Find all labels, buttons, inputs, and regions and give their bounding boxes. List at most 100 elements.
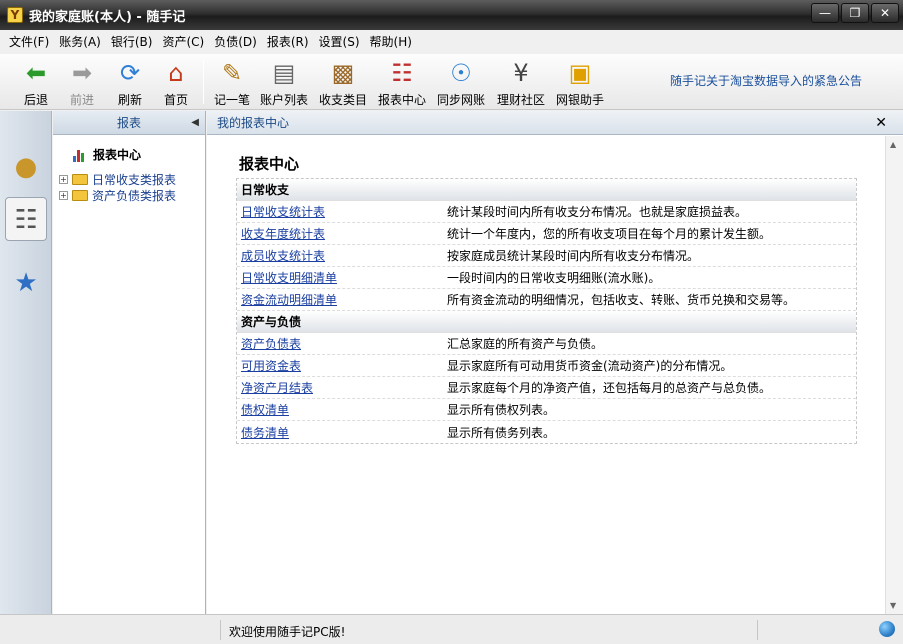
panel-header-label: 报表 <box>116 116 141 130</box>
table-row: 日常收支明细清单 一段时间内的日常收支明细账(流水账)。 <box>237 267 856 289</box>
home-icon: ⌂ <box>168 59 184 87</box>
report-link[interactable]: 可用资金表 <box>237 357 447 374</box>
maximize-button[interactable]: ❐ <box>841 3 869 23</box>
account-list-label: 账户列表 <box>259 93 308 107</box>
vertical-scrollbar[interactable]: ▲ ▼ <box>885 136 903 614</box>
toolbar: ⬅ 后退 ➡ 前进 ⟳ 刷新 ⌂ 首页 ✎ 记一笔 ▤ 账户列表 ▩ 收支类目 … <box>0 54 903 110</box>
report-link[interactable]: 日常收支明细清单 <box>237 269 447 286</box>
back-button[interactable]: ⬅ 后退 <box>18 58 54 108</box>
table-row: 可用资金表 显示家庭所有可动用货币资金(流动资产)的分布情况。 <box>237 355 856 377</box>
tree-root-report-center[interactable]: 报表中心 <box>73 146 141 163</box>
status-text: 欢迎使用随手记PC版! <box>229 625 346 639</box>
report-description: 按家庭成员统计某段时间内所有收支分布情况。 <box>447 249 700 263</box>
report-center-page: 报表中心 日常收支 日常收支统计表 统计某段时间内所有收支分布情况。也就是家庭损… <box>207 136 885 614</box>
refresh-icon: ⟳ <box>119 59 141 87</box>
report-link[interactable]: 资产负债表 <box>237 335 447 352</box>
report-description: 显示家庭每个月的净资产值，还包括每月的总资产与总负债。 <box>447 381 772 395</box>
folder-icon <box>72 190 88 201</box>
app-logo-icon: Y <box>7 7 23 23</box>
chart-board-icon: ☷ <box>391 59 413 87</box>
section-header: 日常收支 <box>237 179 856 201</box>
report-link[interactable]: 收支年度统计表 <box>237 225 447 242</box>
menu-help[interactable]: 帮助(H) <box>365 30 417 54</box>
vertical-tab-bar: ● ☷ ★ <box>0 111 52 614</box>
status-separator <box>757 620 758 640</box>
record-label: 记一笔 <box>213 93 250 107</box>
back-arrow-icon: ⬅ <box>25 59 47 87</box>
globe-sync-icon: ☉ <box>450 59 472 87</box>
tree-node-asset-reports[interactable]: + 资产负债类报表 <box>59 187 176 204</box>
collapse-panel-icon[interactable]: ◀ <box>191 111 199 135</box>
menu-reports[interactable]: 报表(R) <box>262 30 314 54</box>
report-description: 统计一个年度内，您的所有收支项目在每个月的累计发生额。 <box>447 227 772 241</box>
bank-helper-label: 网银助手 <box>555 93 604 107</box>
menu-liabilities[interactable]: 负债(D) <box>209 30 262 54</box>
close-button[interactable]: ✕ <box>871 3 899 23</box>
expand-icon[interactable]: + <box>59 191 68 200</box>
menu-assets[interactable]: 资产(C) <box>157 30 209 54</box>
folder-open-icon <box>72 174 88 185</box>
report-link[interactable]: 债务清单 <box>237 424 447 441</box>
report-board-icon[interactable]: ☷ <box>5 197 47 241</box>
refresh-button[interactable]: ⟳ 刷新 <box>112 58 148 108</box>
document-list-icon: ▤ <box>272 59 296 87</box>
status-bar: 欢迎使用随手记PC版! <box>0 614 903 644</box>
page-title: 报表中心 <box>239 155 300 173</box>
account-list-button[interactable]: ▤ 账户列表 <box>259 58 309 108</box>
report-link[interactable]: 成员收支统计表 <box>237 247 447 264</box>
back-label: 后退 <box>23 93 48 107</box>
network-globe-icon <box>879 621 895 637</box>
tree-node-label: 资产负债类报表 <box>92 189 177 203</box>
menu-accounts[interactable]: 账务(A) <box>54 30 106 54</box>
report-link[interactable]: 净资产月结表 <box>237 379 447 396</box>
sync-label: 同步网账 <box>436 93 485 107</box>
bank-helper-button[interactable]: ▣ 网银助手 <box>554 58 606 108</box>
notice-link[interactable]: 随手记关于淘宝数据导入的紧急公告 <box>670 72 862 89</box>
window-title: 我的家庭账(本人) - 随手记 <box>29 9 186 25</box>
home-label: 首页 <box>163 93 188 107</box>
categories-button[interactable]: ▩ 收支类目 <box>318 58 368 108</box>
refresh-label: 刷新 <box>117 93 142 107</box>
bar-chart-icon <box>73 148 89 162</box>
menu-settings[interactable]: 设置(S) <box>314 30 365 54</box>
star-icon[interactable]: ★ <box>5 261 47 305</box>
report-link[interactable]: 资金流动明细清单 <box>237 291 447 308</box>
content-tab-header: 我的报表中心 ✕ <box>207 111 903 135</box>
table-row: 收支年度统计表 统计一个年度内，您的所有收支项目在每个月的累计发生额。 <box>237 223 856 245</box>
scroll-up-icon[interactable]: ▲ <box>890 140 896 149</box>
scroll-down-icon[interactable]: ▼ <box>890 601 896 610</box>
toolbar-separator <box>203 60 204 104</box>
bank-card-icon: ▣ <box>568 59 592 87</box>
record-button[interactable]: ✎ 记一笔 <box>212 58 252 108</box>
sync-button[interactable]: ☉ 同步网账 <box>436 58 486 108</box>
report-center-button[interactable]: ☷ 报表中心 <box>377 58 427 108</box>
table-row: 日常收支统计表 统计某段时间内所有收支分布情况。也就是家庭损益表。 <box>237 201 856 223</box>
community-label: 理财社区 <box>496 93 545 107</box>
money-bag-icon[interactable]: ● <box>5 145 47 189</box>
tree-node-daily-reports[interactable]: + 日常收支类报表 <box>59 171 176 188</box>
status-separator <box>220 620 221 640</box>
title-bar: Y 我的家庭账(本人) - 随手记 — ❐ ✕ <box>0 0 903 30</box>
minimize-button[interactable]: — <box>811 3 839 23</box>
report-link[interactable]: 债权清单 <box>237 401 447 418</box>
tree-root-label: 报表中心 <box>93 148 142 162</box>
table-row: 资金流动明细清单 所有资金流动的明细情况，包括收支、转账、货币兑换和交易等。 <box>237 289 856 311</box>
community-button[interactable]: ¥ 理财社区 <box>495 58 547 108</box>
pencil-notepad-icon: ✎ <box>221 59 243 87</box>
forward-label: 前进 <box>69 93 94 107</box>
expand-icon[interactable]: + <box>59 175 68 184</box>
menu-file[interactable]: 文件(F) <box>4 30 54 54</box>
close-tab-icon[interactable]: ✕ <box>875 111 887 135</box>
clipboard-icon: ▩ <box>331 59 355 87</box>
menu-bank[interactable]: 银行(B) <box>106 30 158 54</box>
table-row: 债务清单 显示所有债务列表。 <box>237 421 856 443</box>
yuan-speech-icon: ¥ <box>513 59 529 87</box>
main-panel: 我的报表中心 ✕ 报表中心 日常收支 日常收支统计表 统计某段时间内所有收支分布… <box>207 111 903 614</box>
report-center-label: 报表中心 <box>377 93 426 107</box>
report-tree-panel: 报表 ◀ 报表中心 + 日常收支类报表 + 资产负债类报表 <box>53 111 206 614</box>
home-button[interactable]: ⌂ 首页 <box>158 58 194 108</box>
report-link[interactable]: 日常收支统计表 <box>237 203 447 220</box>
table-row: 资产负债表 汇总家庭的所有资产与负债。 <box>237 333 856 355</box>
forward-arrow-icon: ➡ <box>71 59 93 87</box>
forward-button[interactable]: ➡ 前进 <box>64 58 100 108</box>
